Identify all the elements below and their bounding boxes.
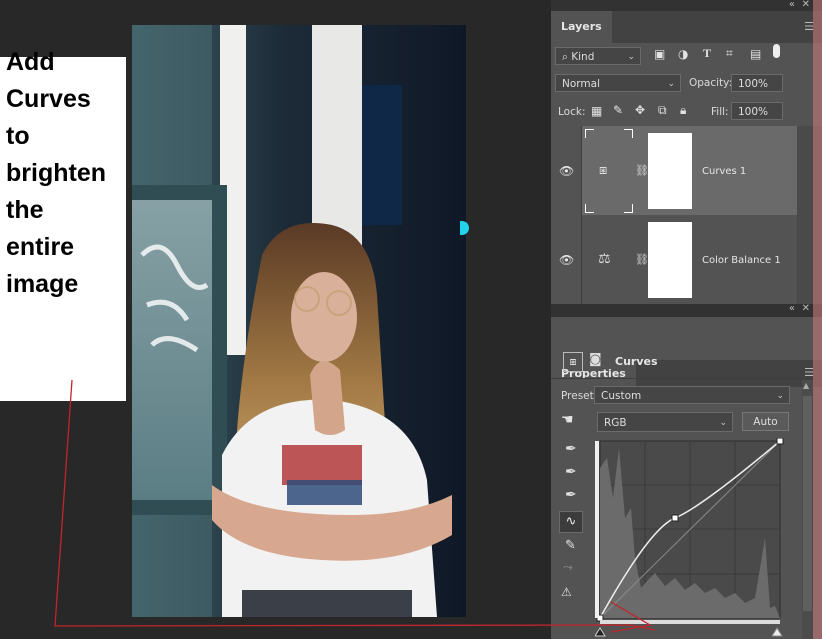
panel-top-strip: « ✕ xyxy=(551,0,822,11)
chevron-down-icon: ⌄ xyxy=(719,418,727,428)
auto-button-label: Auto xyxy=(753,416,778,428)
eye-icon[interactable]: 👁︎ xyxy=(559,164,574,178)
right-edge-strip xyxy=(813,0,822,639)
layer-mask-thumb[interactable] xyxy=(648,222,692,298)
eye-icon[interactable]: 👁︎ xyxy=(559,253,574,267)
photo-woman-glasses xyxy=(132,25,466,617)
blend-mode-value: Normal xyxy=(562,78,600,90)
filter-shape-icon[interactable]: ⌗ xyxy=(726,46,733,61)
search-icon: ⌕ xyxy=(562,51,568,63)
annotation-line: Add xyxy=(6,48,55,76)
target-adjust-hand-icon[interactable]: ☚ xyxy=(561,412,574,428)
curves-adjustment-icon: ⧆ xyxy=(599,163,608,178)
channel-value: RGB xyxy=(604,417,627,429)
clipping-warning-icon[interactable]: ⚠︎ xyxy=(561,585,572,599)
selection-corner xyxy=(624,204,633,213)
tab-layers[interactable]: Layers xyxy=(551,11,612,43)
annotation-text: Add Curves to brighten the entire image xyxy=(6,44,126,303)
selection-corner xyxy=(585,129,594,138)
chevron-down-icon: ⌄ xyxy=(627,52,635,62)
eyedropper-gray-icon[interactable]: ✒︎ xyxy=(565,464,577,480)
layer-adjustment-thumb[interactable]: ⧆ xyxy=(584,128,634,214)
lock-position-icon[interactable]: ✥ xyxy=(635,103,645,117)
lock-image-icon[interactable]: ✎ xyxy=(613,103,623,117)
panel-column: « ✕ Layers ☰ ⌕ Kind ⌄ ▣ ◑ T ⌗ ▤ Normal ⌄… xyxy=(551,0,822,639)
layer-filter-select[interactable]: ⌕ Kind ⌄ xyxy=(555,47,641,65)
properties-title: Curves xyxy=(615,355,658,368)
layer-list: 👁︎ ⧆ ⛓︎ Curves 1 👁︎ ⚖︎ ⛓︎ Color Balance … xyxy=(551,126,822,305)
filter-type-icon[interactable]: T xyxy=(703,46,711,61)
chevron-down-icon: ⌄ xyxy=(667,79,675,89)
layer-filter-value: Kind xyxy=(571,51,595,63)
annotation-line: entire xyxy=(6,233,75,261)
auto-button[interactable]: Auto xyxy=(742,412,789,431)
layer-row-color-balance[interactable]: 👁︎ ⚖︎ ⛓︎ Color Balance 1 xyxy=(551,215,797,305)
scroll-up-arrow[interactable]: ▲ xyxy=(803,381,809,390)
filter-adjustment-icon[interactable]: ◑ xyxy=(678,47,688,61)
link-icon[interactable]: ⛓︎ xyxy=(635,253,649,266)
filter-toggle-icon[interactable] xyxy=(773,44,780,58)
filter-smart-object-icon[interactable]: ▤ xyxy=(750,47,761,61)
pencil-draw-icon[interactable]: ✎ xyxy=(565,538,576,553)
layer-row-curves[interactable]: 👁︎ ⧆ ⛓︎ Curves 1 xyxy=(551,126,797,216)
preset-select[interactable]: Custom ⌄ xyxy=(594,386,790,404)
blend-mode-select[interactable]: Normal ⌄ xyxy=(555,74,681,92)
preset-value: Custom xyxy=(601,390,642,402)
preset-label: Preset: xyxy=(561,390,598,402)
annotation-line: the xyxy=(6,196,44,224)
close-icon[interactable]: ✕ xyxy=(802,303,810,314)
layer-name[interactable]: Color Balance 1 xyxy=(702,255,781,266)
properties-separator xyxy=(551,378,813,379)
opacity-value: 100% xyxy=(738,78,769,90)
layer-name[interactable]: Curves 1 xyxy=(702,166,746,177)
curves-graph[interactable] xyxy=(595,438,787,638)
lock-label: Lock: xyxy=(558,106,586,118)
lock-transparent-icon[interactable]: ▦ xyxy=(591,104,602,118)
mask-icon[interactable]: ◙ xyxy=(589,352,607,370)
curve-point xyxy=(671,514,679,522)
close-icon[interactable]: ✕ xyxy=(802,0,810,10)
annotation-line: image xyxy=(6,270,79,298)
collapse-icon[interactable]: « xyxy=(789,303,795,314)
black-point-slider xyxy=(595,627,606,637)
smooth-curve-icon[interactable]: ⤳ xyxy=(563,560,573,575)
properties-scrollbar[interactable]: ▲ xyxy=(802,380,813,639)
curve-point xyxy=(776,438,784,445)
lock-artboard-icon[interactable]: ⧉ xyxy=(658,103,667,118)
fill-input[interactable]: 100% ⌄ xyxy=(731,102,783,135)
selection-corner xyxy=(624,129,633,138)
curves-adjustment-icon: ⧆ xyxy=(563,352,583,372)
curve-point-tool-button[interactable]: ∿ xyxy=(559,511,583,533)
layer-mask-thumb[interactable] xyxy=(648,133,692,209)
channel-select[interactable]: RGB ⌄ xyxy=(597,412,733,432)
balance-scale-icon: ⚖︎ xyxy=(598,251,611,267)
link-icon[interactable]: ⛓︎ xyxy=(635,164,649,177)
white-point-slider xyxy=(771,627,783,637)
fill-value: 100% xyxy=(738,106,769,118)
layers-tab-bar: Layers ☰ xyxy=(551,11,822,43)
opacity-input[interactable]: 100% ⌄ xyxy=(731,74,783,107)
scroll-thumb[interactable] xyxy=(803,396,812,611)
panel-divider: « ✕ xyxy=(551,303,822,317)
filter-pixel-icon[interactable]: ▣ xyxy=(654,47,665,61)
annotation-line: to xyxy=(6,122,30,150)
annotation-line: Curves xyxy=(6,85,91,113)
chevron-down-icon: ⌄ xyxy=(776,391,784,401)
lock-all-icon[interactable]: 🔒︎ xyxy=(680,103,686,118)
selection-corner xyxy=(585,204,594,213)
eyedropper-white-icon[interactable]: ✒︎ xyxy=(565,487,577,503)
annotation-line: brighten xyxy=(6,159,106,187)
collapse-icon[interactable]: « xyxy=(789,0,795,10)
opacity-label: Opacity: xyxy=(689,77,733,89)
eyedropper-black-icon[interactable]: ✒︎ xyxy=(565,441,577,457)
fill-label: Fill: xyxy=(711,106,729,118)
